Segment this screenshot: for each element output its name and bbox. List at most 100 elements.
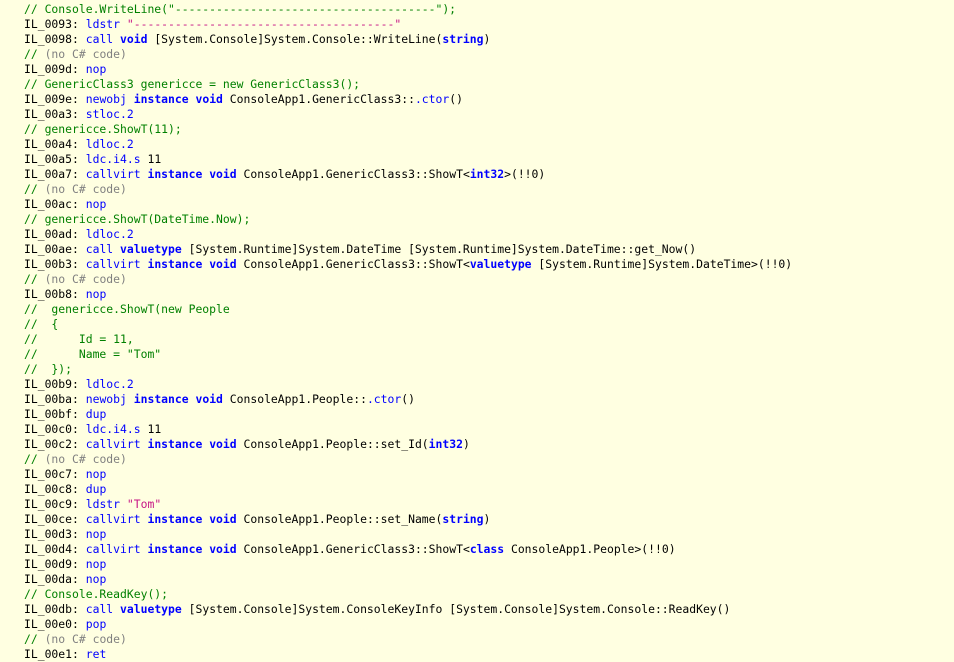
code-line[interactable]: IL_009e: newobj instance void ConsoleApp…	[24, 92, 792, 107]
code-line[interactable]: // genericce.ShowT(new People	[24, 302, 792, 317]
code-line[interactable]: IL_00b9: ldloc.2	[24, 377, 792, 392]
code-line[interactable]: IL_00c2: callvirt instance void ConsoleA…	[24, 437, 792, 452]
il-keyword-token: int32	[469, 167, 505, 181]
no-code-comment: (no C# code)	[44, 452, 127, 466]
no-code-comment: (no C# code)	[44, 272, 127, 286]
code-comment: //	[24, 632, 45, 646]
code-comment: // {	[24, 317, 59, 331]
il-opcode-token: ldloc.2	[85, 377, 134, 391]
il-opcode-token: nop	[85, 527, 107, 541]
il-opcode-token: newobj	[85, 392, 127, 406]
il-offset-label: IL_00ce:	[24, 512, 86, 526]
il-offset-label: IL_00ae:	[24, 242, 86, 256]
il-keyword-token: instance	[147, 542, 203, 556]
il-offset-label: IL_00d3:	[24, 527, 86, 541]
code-line[interactable]: IL_00d9: nop	[24, 557, 792, 572]
code-line[interactable]: // (no C# code)	[24, 182, 792, 197]
il-keyword-token: void	[209, 512, 237, 526]
code-comment: // Console.WriteLine("------------------…	[24, 2, 457, 16]
il-opcode-token: nop	[85, 197, 107, 211]
code-comment: //	[24, 272, 45, 286]
code-line[interactable]: // (no C# code)	[24, 632, 792, 647]
code-line[interactable]: IL_0093: ldstr "------------------------…	[24, 17, 792, 32]
il-keyword-token: void	[195, 92, 223, 106]
il-keyword-token: void	[209, 257, 237, 271]
code-line[interactable]: // Console.ReadKey();	[24, 587, 792, 602]
il-opcode-token: call	[85, 32, 114, 46]
code-line[interactable]: IL_00a5: ldc.i4.s 11	[24, 152, 792, 167]
il-offset-label: IL_00c0:	[24, 422, 86, 436]
code-line[interactable]: IL_00c7: nop	[24, 467, 792, 482]
code-line[interactable]: IL_00a3: stloc.2	[24, 107, 792, 122]
code-line[interactable]: // });	[24, 362, 792, 377]
code-line[interactable]: IL_00a7: callvirt instance void ConsoleA…	[24, 167, 792, 182]
code-line[interactable]: IL_00bf: dup	[24, 407, 792, 422]
il-keyword-token: int32	[428, 437, 463, 451]
code-comment: // });	[24, 362, 73, 376]
il-offset-label: IL_00b8:	[24, 287, 86, 301]
il-offset-label: IL_00a7:	[24, 167, 86, 181]
code-token: ConsoleApp1.GenericClass3::ShowT<	[236, 167, 470, 181]
il-opcode-token: ldc.i4.s	[85, 422, 141, 436]
code-token: [System.Console]System.Console::WriteLin…	[147, 32, 443, 46]
il-opcode-token: ldstr	[85, 17, 121, 31]
code-line[interactable]: IL_00ac: nop	[24, 197, 792, 212]
code-line[interactable]: IL_00c9: ldstr "Tom"	[24, 497, 792, 512]
il-offset-label: IL_00a4:	[24, 137, 86, 151]
code-line[interactable]: // Name = "Tom"	[24, 347, 792, 362]
code-comment: // Console.ReadKey();	[24, 587, 169, 601]
code-line[interactable]: IL_00ae: call valuetype [System.Runtime]…	[24, 242, 792, 257]
code-token: )	[483, 512, 491, 526]
code-line[interactable]: IL_00db: call valuetype [System.Console]…	[24, 602, 792, 617]
il-opcode-token: .ctor	[414, 92, 450, 106]
code-line[interactable]: IL_00ce: callvirt instance void ConsoleA…	[24, 512, 792, 527]
code-line[interactable]: // genericce.ShowT(DateTime.Now);	[24, 212, 792, 227]
code-token: [System.Console]System.ConsoleKeyInfo [S…	[181, 602, 731, 616]
il-opcode-token: pop	[85, 617, 107, 631]
code-line[interactable]: // {	[24, 317, 792, 332]
il-code-view[interactable]: // Console.WriteLine("------------------…	[0, 0, 954, 662]
code-line[interactable]: IL_009d: nop	[24, 62, 792, 77]
il-offset-label: IL_00c2:	[24, 437, 86, 451]
code-line[interactable]: IL_00c8: dup	[24, 482, 792, 497]
code-line[interactable]: // genericce.ShowT(11);	[24, 122, 792, 137]
code-line[interactable]: IL_00e1: ret	[24, 647, 792, 662]
code-token: [System.Runtime]System.DateTime [System.…	[181, 242, 697, 256]
code-line[interactable]: IL_00c0: ldc.i4.s 11	[24, 422, 792, 437]
code-line[interactable]: // GenericClass3 genericce = new Generic…	[24, 77, 792, 92]
code-line[interactable]: // (no C# code)	[24, 272, 792, 287]
code-line[interactable]: IL_00ba: newobj instance void ConsoleApp…	[24, 392, 792, 407]
il-opcode-token: ret	[85, 647, 107, 661]
code-line[interactable]: IL_00da: nop	[24, 572, 792, 587]
string-literal: "--------------------------------------"	[126, 17, 402, 31]
no-code-comment: (no C# code)	[44, 182, 127, 196]
code-line[interactable]: IL_00a4: ldloc.2	[24, 137, 792, 152]
il-offset-label: IL_00ac:	[24, 197, 86, 211]
il-opcode-token: nop	[85, 557, 107, 571]
il-offset-label: IL_009d:	[24, 62, 86, 76]
code-line[interactable]: // Console.WriteLine("------------------…	[24, 2, 792, 17]
code-line[interactable]: IL_0098: call void [System.Console]Syste…	[24, 32, 792, 47]
code-line[interactable]: // (no C# code)	[24, 452, 792, 467]
il-opcode-token: callvirt	[85, 257, 141, 271]
code-line[interactable]: // Id = 11,	[24, 332, 792, 347]
code-line[interactable]: // (no C# code)	[24, 47, 792, 62]
code-line[interactable]: IL_00b3: callvirt instance void ConsoleA…	[24, 257, 792, 272]
il-keyword-token: instance	[133, 92, 189, 106]
code-token: ConsoleApp1.GenericClass3::	[222, 92, 415, 106]
il-offset-label: IL_00d4:	[24, 542, 86, 556]
code-line[interactable]: IL_00e0: pop	[24, 617, 792, 632]
code-line[interactable]: IL_00d4: callvirt instance void ConsoleA…	[24, 542, 792, 557]
il-offset-label: IL_00e0:	[24, 617, 86, 631]
il-opcode-token: callvirt	[85, 437, 141, 451]
code-line[interactable]: IL_00d3: nop	[24, 527, 792, 542]
il-opcode-token: ldloc.2	[85, 137, 134, 151]
il-offset-label: IL_0098:	[24, 32, 86, 46]
code-line[interactable]: IL_00b8: nop	[24, 287, 792, 302]
il-opcode-token: callvirt	[85, 512, 141, 526]
code-line[interactable]: IL_00ad: ldloc.2	[24, 227, 792, 242]
il-offset-label: IL_00bf:	[24, 407, 86, 421]
